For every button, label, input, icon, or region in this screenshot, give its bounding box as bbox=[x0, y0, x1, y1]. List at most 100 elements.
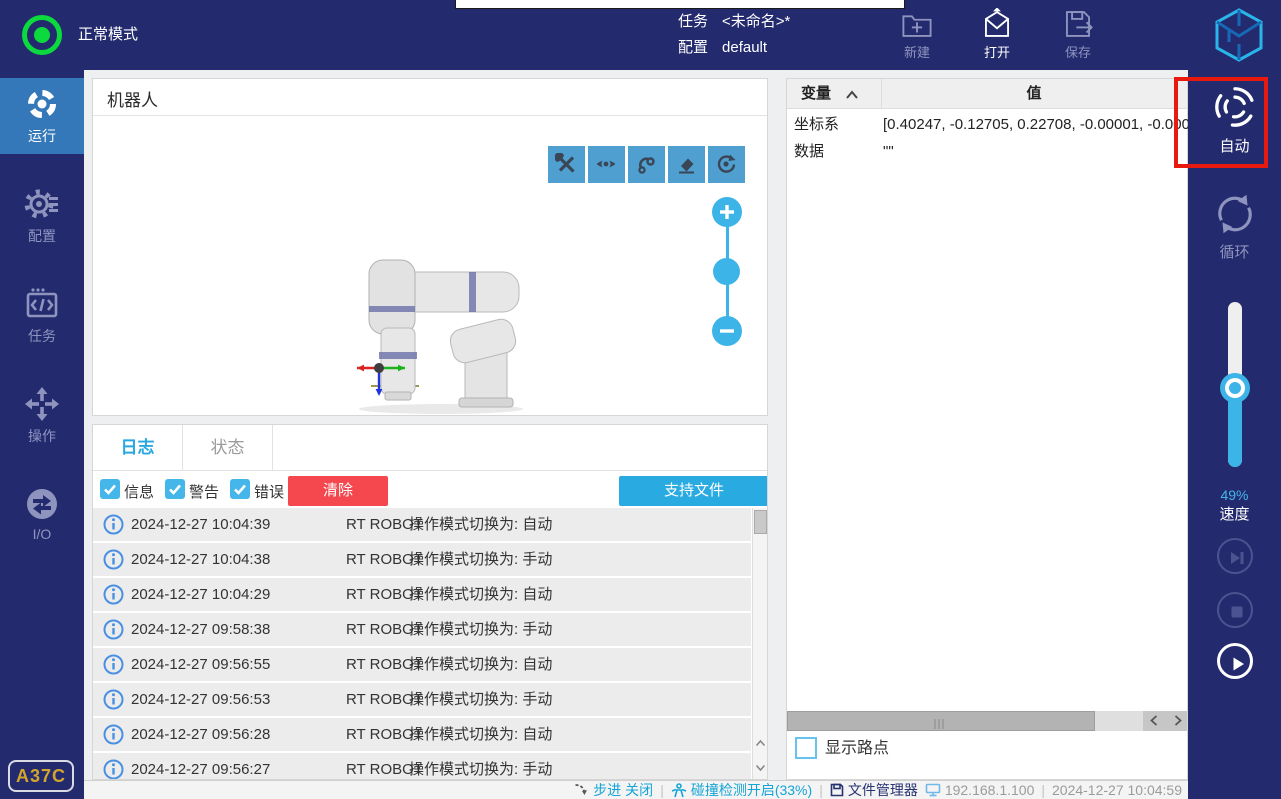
info-icon bbox=[103, 514, 124, 535]
play-button[interactable] bbox=[1217, 643, 1253, 679]
collision-status[interactable]: 碰撞检测开启(33%) bbox=[671, 780, 812, 799]
robot-panel-title: 机器人 bbox=[107, 91, 158, 110]
view-trajectory-button[interactable] bbox=[628, 146, 665, 183]
log-message: 操作模式切换为: 手动 bbox=[409, 761, 553, 778]
trajectory-icon bbox=[628, 153, 665, 175]
step-forward-button[interactable] bbox=[1217, 538, 1253, 574]
mode-status-dot bbox=[34, 27, 50, 43]
variable-panel: 变量 值 坐标系 [0.40247, -0.12705, 0.22708, -0… bbox=[786, 78, 1207, 780]
log-row[interactable]: 2024-12-27 09:56:53 RT ROBOT 操作模式切换为: 手动 bbox=[93, 683, 751, 716]
task-name: <未命名>* bbox=[722, 13, 791, 30]
filter-info-label: 信息 bbox=[124, 484, 155, 501]
log-time: 2024-12-27 09:56:55 bbox=[131, 656, 271, 673]
task-label: 任务 bbox=[678, 13, 709, 30]
status-bar: 步进 关闭 | 碰撞检测开启(33%) | 文件管理器 192.168.1.10… bbox=[84, 780, 1188, 799]
variable-row[interactable]: 坐标系 [0.40247, -0.12705, 0.22708, -0.0000… bbox=[787, 111, 1207, 138]
scroll-right-button[interactable] bbox=[1171, 714, 1184, 727]
scroll-up-button[interactable] bbox=[753, 733, 767, 755]
check-icon bbox=[165, 481, 185, 497]
auto-mode-button[interactable]: 自动 bbox=[1188, 82, 1281, 156]
filter-info-checkbox[interactable] bbox=[100, 479, 120, 499]
check-icon bbox=[100, 481, 120, 497]
tab-log[interactable]: 日志 bbox=[93, 425, 183, 471]
log-scrollbar-thumb[interactable] bbox=[754, 510, 767, 534]
open-file-icon bbox=[965, 8, 1029, 40]
loop-label: 循环 bbox=[1219, 244, 1250, 261]
log-row[interactable]: 2024-12-27 09:56:28 RT ROBOT 操作模式切换为: 自动 bbox=[93, 718, 751, 751]
robot-3d-view[interactable] bbox=[341, 246, 531, 416]
ip-address[interactable]: 192.168.1.100 bbox=[925, 782, 1034, 798]
separator: | bbox=[1041, 782, 1045, 798]
filter-error-checkbox[interactable] bbox=[230, 479, 250, 499]
left-sidebar: 运行 配置 任务 操作 I/O A37C bbox=[0, 70, 84, 799]
minus-icon bbox=[712, 322, 742, 340]
log-row[interactable]: 2024-12-27 10:04:39 RT ROBOT 操作模式切换为: 自动 bbox=[93, 508, 751, 541]
separator: | bbox=[819, 782, 823, 798]
show-waypoints-checkbox[interactable] bbox=[795, 737, 817, 759]
sidebar-item-io[interactable]: I/O bbox=[0, 478, 84, 554]
log-row[interactable]: 2024-12-27 09:58:38 RT ROBOT 操作模式切换为: 手动 bbox=[93, 613, 751, 646]
sidebar-item-task[interactable]: 任务 bbox=[0, 278, 84, 354]
log-message: 操作模式切换为: 自动 bbox=[409, 586, 553, 603]
view-tools-button[interactable] bbox=[548, 146, 585, 183]
speed-label: 速度 bbox=[1219, 506, 1250, 523]
log-panel: 日志 状态 信息 警告 错误 清除 支持文件 2024-12-27 10:04:… bbox=[92, 424, 768, 780]
filter-warning-checkbox[interactable] bbox=[165, 479, 185, 499]
new-task-button[interactable]: 新建 bbox=[885, 6, 949, 61]
clear-log-button[interactable]: 清除 bbox=[288, 476, 388, 506]
view-visibility-button[interactable] bbox=[588, 146, 625, 183]
sidebar-item-config[interactable]: 配置 bbox=[0, 178, 84, 254]
loop-button[interactable]: 循环 bbox=[1188, 190, 1281, 262]
log-list: 2024-12-27 10:04:39 RT ROBOT 操作模式切换为: 自动 2… bbox=[93, 508, 751, 779]
scrollbar-grip-icon bbox=[933, 716, 945, 729]
log-message: 操作模式切换为: 手动 bbox=[409, 621, 553, 638]
sidebar-item-operate[interactable]: 操作 bbox=[0, 378, 84, 454]
log-time: 2024-12-27 10:04:38 bbox=[131, 551, 271, 568]
horizontal-scrollbar[interactable] bbox=[787, 711, 1187, 731]
plus-icon bbox=[712, 203, 742, 221]
loop-arrows-icon bbox=[1188, 190, 1281, 238]
tab-status[interactable]: 状态 bbox=[183, 425, 273, 471]
log-scrollbar[interactable] bbox=[752, 508, 767, 779]
info-icon bbox=[103, 549, 124, 570]
speed-percent: 49% bbox=[1220, 487, 1249, 503]
sidebar-item-run[interactable]: 运行 bbox=[0, 78, 84, 154]
step-status[interactable]: 步进 关闭 bbox=[574, 780, 653, 799]
speed-slider-handle[interactable] bbox=[1220, 373, 1250, 403]
view-eraser-button[interactable] bbox=[668, 146, 705, 183]
scroll-down-button[interactable] bbox=[753, 757, 767, 779]
log-row[interactable]: 2024-12-27 09:56:27 RT ROBOT 操作模式切换为: 手动 bbox=[93, 753, 751, 779]
zoom-slider-handle[interactable] bbox=[713, 258, 740, 285]
log-message: 操作模式切换为: 自动 bbox=[409, 656, 553, 673]
top-bar: 正常模式 任务 <未命名>* 配置 default 新建 打开 保存 bbox=[0, 0, 1281, 70]
variable-row[interactable]: 数据 "" bbox=[787, 138, 1187, 165]
zoom-out-button[interactable] bbox=[712, 316, 742, 346]
mode-label: 正常模式 bbox=[78, 26, 139, 43]
log-row[interactable]: 2024-12-27 10:04:29 RT ROBOT 操作模式切换为: 自动 bbox=[93, 578, 751, 611]
value-column-header: 值 bbox=[1026, 85, 1042, 102]
stop-button[interactable] bbox=[1217, 592, 1253, 628]
log-row[interactable]: 2024-12-27 09:56:55 RT ROBOT 操作模式切换为: 自动 bbox=[93, 648, 751, 681]
config-label: 配置 bbox=[678, 39, 709, 56]
device-badge[interactable]: A37C bbox=[8, 760, 74, 792]
zoom-in-button[interactable] bbox=[712, 197, 742, 227]
log-time: 2024-12-27 10:04:29 bbox=[131, 586, 271, 603]
view-reset-rotate-button[interactable] bbox=[708, 146, 745, 183]
right-sidebar: 自动 循环 49% 速度 bbox=[1188, 70, 1281, 799]
scroll-left-button[interactable] bbox=[1148, 714, 1161, 727]
config-name: default bbox=[722, 39, 768, 56]
gear-icon bbox=[0, 186, 84, 222]
log-message: 操作模式切换为: 手动 bbox=[409, 691, 553, 708]
eraser-icon bbox=[668, 153, 705, 175]
auto-swirl-icon bbox=[1188, 82, 1281, 132]
info-icon bbox=[103, 619, 124, 640]
top-overlay-strip bbox=[455, 0, 905, 9]
log-time: 2024-12-27 09:56:53 bbox=[131, 691, 271, 708]
collapse-caret-icon[interactable] bbox=[845, 88, 859, 100]
log-time: 2024-12-27 09:56:27 bbox=[131, 761, 271, 778]
support-file-button[interactable]: 支持文件 bbox=[619, 476, 767, 506]
open-task-button[interactable]: 打开 bbox=[965, 6, 1029, 61]
save-task-button[interactable]: 保存 bbox=[1046, 6, 1110, 61]
log-row[interactable]: 2024-12-27 10:04:38 RT ROBOT 操作模式切换为: 手动 bbox=[93, 543, 751, 576]
file-manager-button[interactable]: 文件管理器 bbox=[830, 780, 918, 799]
